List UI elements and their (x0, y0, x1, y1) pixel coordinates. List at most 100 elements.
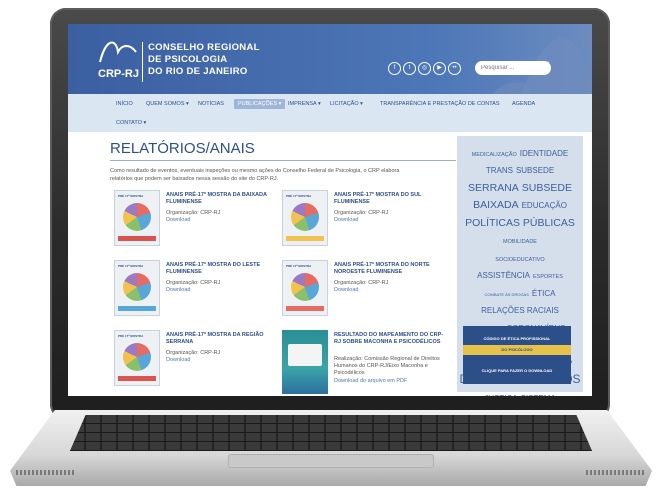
tag-link[interactable]: SERRANA (468, 182, 519, 194)
download-link[interactable]: Download (166, 357, 190, 363)
instagram-icon[interactable]: ◎ (418, 62, 431, 75)
download-link[interactable]: Download (166, 287, 190, 293)
banner-cta: CLIQUE PARA FAZER O DOWNLOAD (481, 368, 553, 373)
download-link[interactable]: Download (334, 217, 358, 223)
site-header: CRP-RJ CONSELHO REGIONAL DE PSICOLOGIA D… (68, 24, 592, 94)
nav-item-licitacao[interactable]: LICITAÇÃO ▾ (330, 101, 363, 107)
publication-card: PRÉ 17ª MOSTRA ANAIS PRÉ-17ª MOSTRA DO L… (114, 260, 284, 322)
card-title[interactable]: RESULTADO DO MAPEAMENTO DO CRP-RJ SOBRE … (334, 332, 446, 346)
cover-heading: PRÉ 17ª MOSTRA (118, 264, 144, 268)
nav-item-agenda[interactable]: AGENDA (512, 101, 535, 107)
tag-link[interactable]: POLÍTICAS PÚBLICAS (465, 217, 575, 229)
cover-band (118, 306, 156, 311)
publication-cover[interactable]: PRÉ 17ª MOSTRA (114, 260, 160, 316)
main-content: RELATÓRIOS/ANAIS Como resultado de event… (110, 140, 456, 183)
laptop-touchpad (228, 454, 434, 468)
search-input[interactable] (475, 61, 551, 75)
cover-heading: PRÉ 17ª MOSTRA (286, 264, 312, 268)
tag-link[interactable]: BAIXADA (473, 199, 519, 211)
keyboard-rows (70, 415, 592, 451)
card-title[interactable]: ANAIS PRÉ-17ª MOSTRA DO SUL FLUMINENSE (334, 192, 446, 206)
crp-logo-icon[interactable] (98, 36, 138, 66)
ethics-code-banner[interactable]: CÓDIGO DE ÉTICA PROFISSIONAL DO PSICÓLOG… (463, 326, 571, 384)
nav-item-noticias[interactable]: NOTÍCIAS (198, 101, 224, 107)
facebook-icon[interactable]: f (388, 62, 401, 75)
flickr-icon[interactable]: •• (448, 62, 461, 75)
nav-item-contato[interactable]: CONTATO ▾ (116, 120, 146, 126)
nav-item-publicacoes[interactable]: PUBLICAÇÕES ▾ (234, 99, 286, 109)
card-org: Organização: CRP-RJ (166, 350, 221, 356)
cover-band (118, 236, 156, 241)
tag-link[interactable]: ÉTICA (532, 289, 556, 298)
card-title[interactable]: ANAIS PRÉ-17ª MOSTRA DA BAIXADA FLUMINEN… (166, 192, 278, 206)
tag-link[interactable]: MEDICALIZAÇÃO (472, 152, 517, 158)
tag-line: MEDICALIZAÇÃO IDENTIDADE (457, 144, 583, 160)
publication-cover[interactable]: PRÉ 17ª MOSTRA (282, 190, 328, 246)
tag-link[interactable]: RELAÇÕES RACIAIS (481, 306, 559, 315)
logo-line-3: DO RIO DE JANEIRO (148, 66, 248, 77)
logo-divider (142, 42, 143, 82)
card-title[interactable]: ANAIS PRÉ-17ª MOSTRA DO LESTE FLUMINENSE (166, 262, 278, 276)
main-nav: INÍCIO QUEM SOMOS ▾ NOTÍCIAS PUBLICAÇÕES… (68, 94, 592, 132)
download-link[interactable]: Download (334, 287, 358, 293)
cover-band (286, 236, 324, 241)
card-org: Organização: CRP-RJ (334, 210, 389, 216)
nav-item-quem-somos[interactable]: QUEM SOMOS ▾ (146, 101, 189, 107)
tag-line: BAIXADA EDUCAÇÃO (457, 196, 583, 212)
search-icon[interactable]: ⌕ (546, 60, 550, 68)
tag-link[interactable]: IDENTIDADE (520, 149, 568, 158)
card-title[interactable]: ANAIS PRÉ-17ª MOSTRA DO NORTE NOROESTE F… (334, 262, 446, 276)
tag-line: RELAÇÕES RACIAIS (457, 301, 583, 317)
tag-link[interactable]: JUSTIÇA (484, 394, 517, 396)
tag-link[interactable]: ASSISTÊNCIA (477, 271, 530, 280)
cover-band (286, 306, 324, 311)
tag-link[interactable]: COMBATE ÀS DROGAS (485, 292, 529, 297)
tag-line: SERRANA SUBSEDE (457, 179, 583, 195)
nav-item-imprensa[interactable]: IMPRENSA ▾ (288, 101, 321, 107)
tag-line: COMBATE ÀS DROGAS ÉTICA (457, 284, 583, 300)
card-title[interactable]: ANAIS PRÉ-17ª MOSTRA DA REGIÃO SERRANA (166, 332, 278, 346)
logo-name[interactable]: CONSELHO REGIONAL DE PSICOLOGIA DO RIO D… (148, 42, 260, 78)
publication-card: PRÉ 17ª MOSTRA ANAIS PRÉ-17ª MOSTRA DA R… (114, 330, 284, 392)
tag-link[interactable]: EDUCAÇÃO (522, 201, 567, 210)
logo-line-1: CONSELHO REGIONAL (148, 42, 260, 53)
youtube-icon[interactable]: ▶ (433, 62, 446, 75)
tag-link[interactable]: SOCIOEDUCATIVO (495, 257, 544, 263)
tag-link[interactable]: SUBSEDE (516, 166, 554, 175)
publication-card: PRÉ 17ª MOSTRA ANAIS PRÉ-17ª MOSTRA DO N… (282, 260, 452, 322)
publication-cover[interactable]: PRÉ 17ª MOSTRA (114, 330, 160, 386)
publication-card: RESULTADO DO MAPEAMENTO DO CRP-RJ SOBRE … (282, 330, 452, 396)
publication-cover[interactable] (282, 330, 328, 394)
cover-band (118, 376, 156, 381)
nav-item-inicio[interactable]: INÍCIO (116, 101, 133, 107)
tag-link[interactable]: SUBSEDE (522, 182, 572, 194)
publication-card: PRÉ 17ª MOSTRA ANAIS PRÉ-17ª MOSTRA DA B… (114, 190, 284, 252)
tag-link[interactable]: MOBILIDADE (503, 239, 537, 245)
cover-graphic (291, 273, 319, 301)
cover-graphic (123, 273, 151, 301)
intro-text: Como resultado de eventos, eventuais ins… (110, 168, 400, 182)
twitter-icon[interactable]: t (403, 62, 416, 75)
download-link[interactable]: Download do arquivo em PDF (334, 378, 407, 384)
cover-graphic (291, 203, 319, 231)
tag-line: ASSISTÊNCIA ESPORTES (457, 266, 583, 282)
publication-cover[interactable]: PRÉ 17ª MOSTRA (114, 190, 160, 246)
tag-line: SOCIOEDUCATIVO (457, 249, 583, 265)
tag-link[interactable]: TRANS (486, 166, 513, 175)
logo-abbreviation[interactable]: CRP-RJ (98, 68, 139, 80)
tag-link[interactable]: SISTEMA (521, 394, 556, 396)
tag-link[interactable]: ESPORTES (533, 274, 563, 280)
nav-item-transparencia[interactable]: TRANSPARÊNCIA E PRESTAÇÃO DE CONTAS (380, 101, 500, 107)
publication-cover[interactable]: PRÉ 17ª MOSTRA (282, 260, 328, 316)
banner-title: CÓDIGO DE ÉTICA PROFISSIONAL (483, 336, 551, 341)
card-org: Organização: CRP-RJ (334, 280, 389, 286)
card-org: Organização: CRP-RJ (166, 280, 221, 286)
card-org: Organização: CRP-RJ (166, 210, 221, 216)
tag-line: JUSTIÇA SISTEMA (457, 389, 583, 396)
banner-subtitle: DO PSICÓLOGO (501, 347, 533, 352)
cover-graphic (123, 203, 151, 231)
cover-heading: PRÉ 17ª MOSTRA (286, 194, 312, 198)
page-title: RELATÓRIOS/ANAIS (110, 140, 255, 157)
download-link[interactable]: Download (166, 217, 190, 223)
social-links: f t ◎ ▶ •• (388, 62, 461, 75)
